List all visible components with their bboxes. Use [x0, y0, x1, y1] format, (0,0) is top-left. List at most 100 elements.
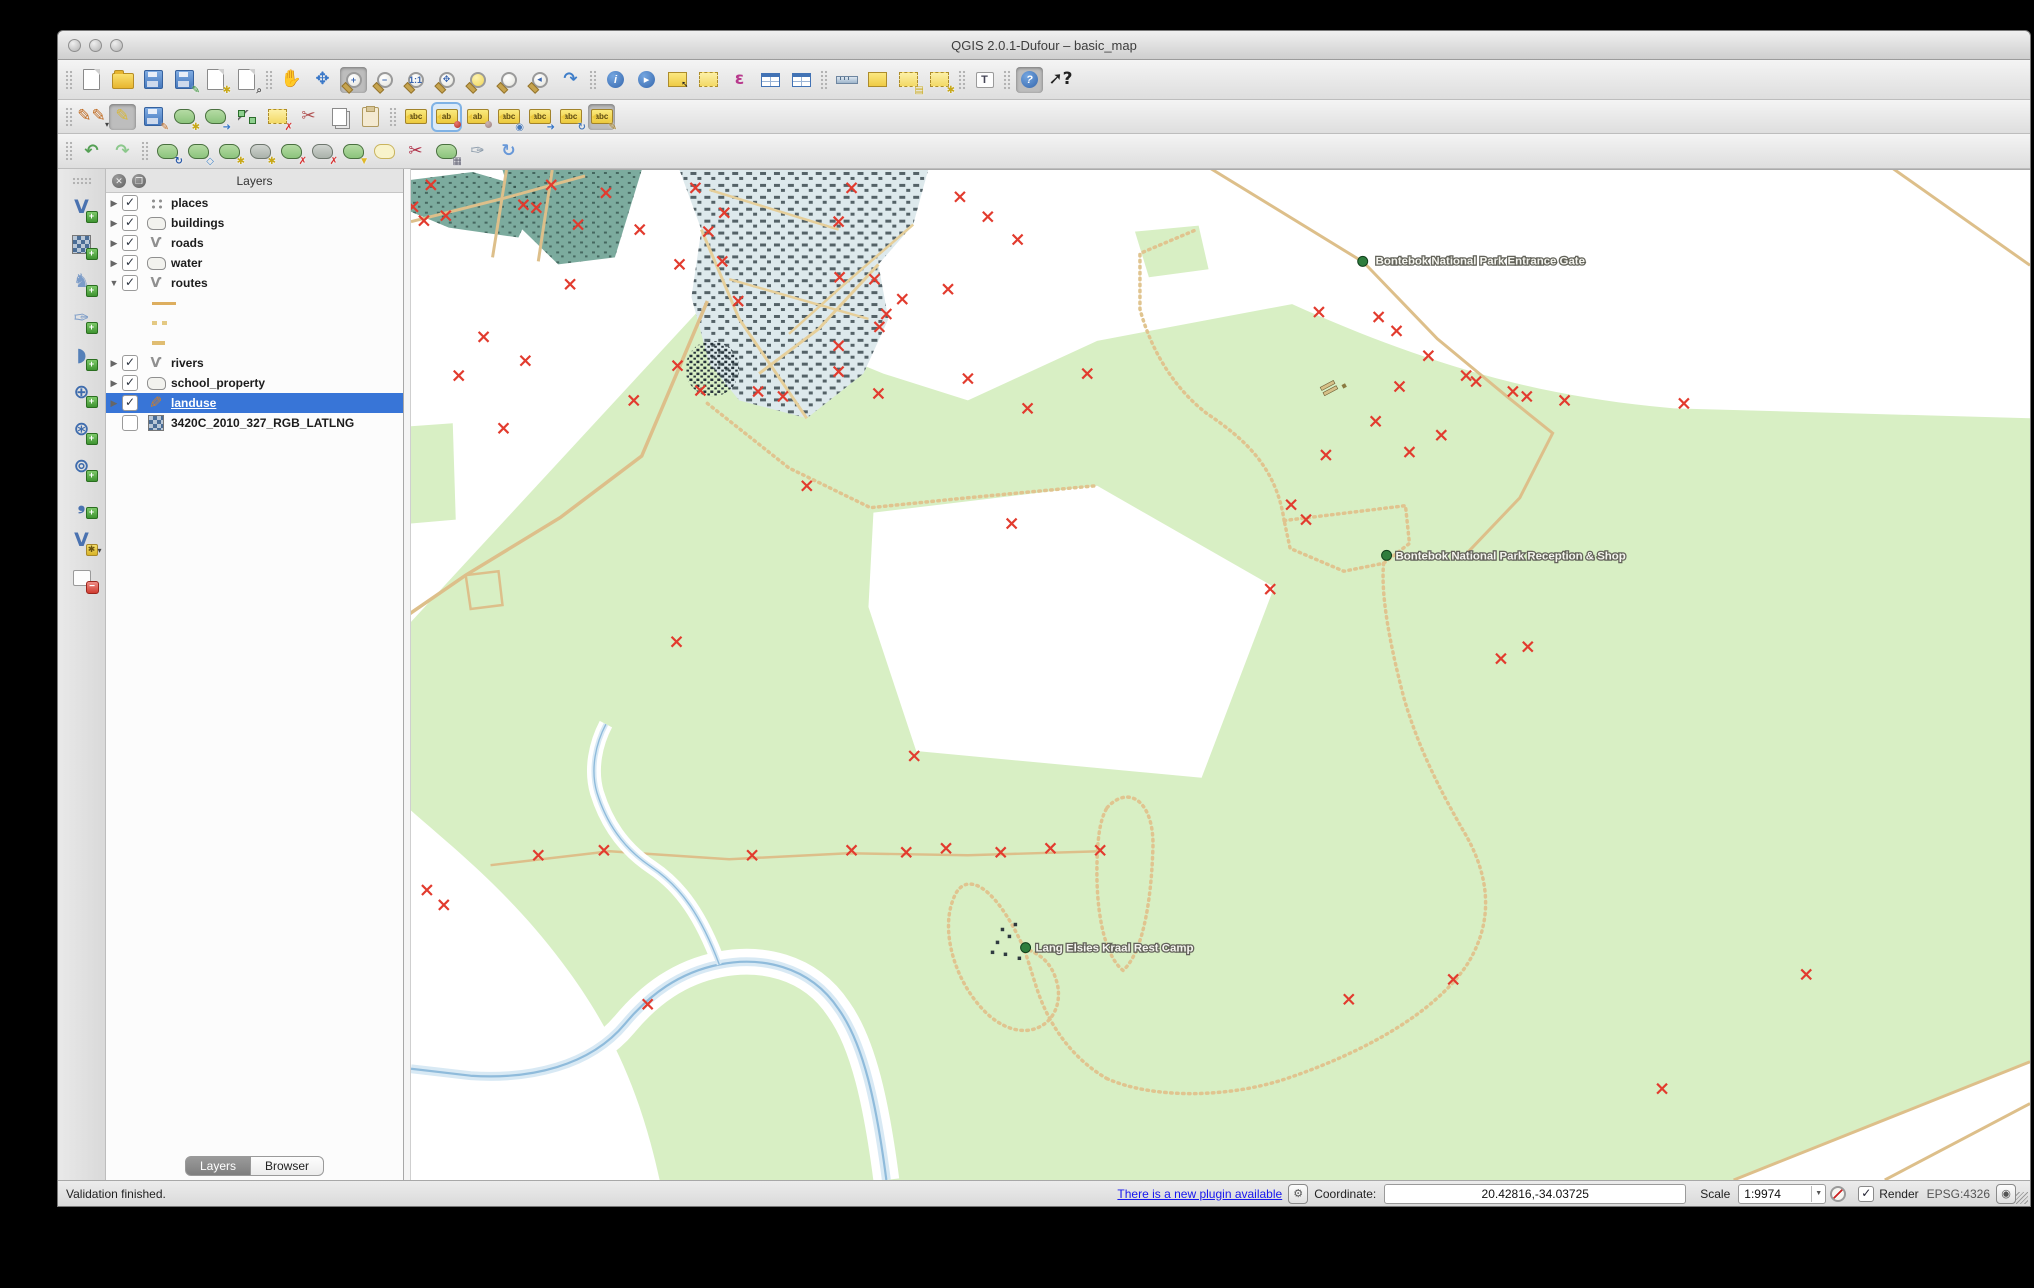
text-annotation-icon[interactable]: T [971, 67, 998, 93]
labeling-icon[interactable]: abc [402, 104, 429, 130]
cut-features-icon[interactable]: ✂ [295, 104, 322, 130]
plugin-available-link[interactable]: There is a new plugin available [1117, 1187, 1282, 1201]
field-calculator-icon[interactable] [788, 67, 815, 93]
expand-arrow[interactable]: ▶ [106, 218, 122, 229]
panel-tab-browser[interactable]: Browser [251, 1156, 324, 1176]
zoom-native-icon[interactable]: 1:1 [402, 67, 429, 93]
layer-visibility-checkbox[interactable]: ✓ [122, 375, 138, 391]
expand-arrow[interactable]: ▶ [106, 238, 122, 249]
layer-symbology-item[interactable] [106, 313, 403, 333]
coordinate-input[interactable]: 20.42816,-34.03725 [1384, 1184, 1686, 1204]
composer-manager-icon[interactable]: ⌕ [233, 67, 260, 93]
open-project-icon[interactable] [109, 67, 136, 93]
panel-tab-layers[interactable]: Layers [185, 1156, 251, 1176]
pan-to-selection-icon[interactable]: ✥ [309, 67, 336, 93]
reshape-features-icon[interactable] [371, 138, 398, 164]
layer-visibility-checkbox[interactable]: ✓ [122, 355, 138, 371]
delete-selected-icon[interactable]: ✗ [264, 104, 291, 130]
layer-item-roads[interactable]: ▶✓Ѵroads [106, 233, 403, 253]
add-delimited-text-layer-icon[interactable]: ❟+ [66, 488, 98, 519]
layer-item-places[interactable]: ▶✓places [106, 193, 403, 213]
layer-item-water[interactable]: ▶✓water [106, 253, 403, 273]
zoom-out-icon[interactable]: − [371, 67, 398, 93]
expand-arrow[interactable]: ▶ [106, 258, 122, 269]
undo-icon[interactable]: ↶ [78, 138, 105, 164]
zoom-window-button[interactable] [110, 39, 123, 52]
measure-icon[interactable] [833, 67, 860, 93]
new-shapefile-layer-icon[interactable]: V✱▾ [66, 525, 98, 556]
show-hide-labels-icon[interactable]: abc◉ [495, 104, 522, 130]
zoom-to-selection-icon[interactable] [464, 67, 491, 93]
paste-features-icon[interactable] [357, 104, 384, 130]
deselect-features-icon[interactable] [695, 67, 722, 93]
select-by-expression-icon[interactable]: ε [726, 67, 753, 93]
layer-item-3420c-2010-327-rgb-latlng[interactable]: 3420C_2010_327_RGB_LATLNG [106, 413, 403, 433]
save-edits-icon[interactable]: ✎ [140, 104, 167, 130]
rotate-feature-icon[interactable]: ↻ [154, 138, 181, 164]
pan-map-icon[interactable]: ✋ [278, 67, 305, 93]
whats-this-icon[interactable]: ➚? [1047, 67, 1074, 93]
expand-arrow[interactable]: ▼ [106, 278, 122, 288]
new-print-composer-icon[interactable]: ✱ [202, 67, 229, 93]
rotate-label-icon[interactable]: abc↻ [557, 104, 584, 130]
select-features-icon[interactable] [664, 67, 691, 93]
zoom-in-icon[interactable]: + [340, 67, 367, 93]
layer-item-landuse[interactable]: ▶✓✎landuse [106, 393, 403, 413]
expand-arrow[interactable]: ▶ [106, 198, 122, 209]
redo-icon[interactable]: ↷ [109, 138, 136, 164]
scale-caret-icon[interactable]: ▼ [1811, 1186, 1825, 1202]
add-wms-layer-icon[interactable]: ⊕+ [66, 377, 98, 408]
title-bar[interactable]: QGIS 2.0.1-Dufour – basic_map [58, 31, 2030, 60]
close-window-button[interactable] [68, 39, 81, 52]
delete-ring-icon[interactable]: ✗ [278, 138, 305, 164]
expand-arrow[interactable]: ▶ [106, 398, 122, 409]
layer-symbology-item[interactable] [106, 333, 403, 353]
remove-layer-icon[interactable]: − [66, 562, 98, 593]
current-edits-icon[interactable]: ✎✎▾ [78, 104, 105, 130]
toggle-editing-icon[interactable]: ✎ [109, 104, 136, 130]
add-part-icon[interactable]: ✱ [247, 138, 274, 164]
move-label-pin-icon[interactable]: ab [464, 104, 491, 130]
copy-features-icon[interactable] [326, 104, 353, 130]
layer-item-buildings[interactable]: ▶✓buildings [106, 213, 403, 233]
simplify-feature-icon[interactable]: ◇ [185, 138, 212, 164]
show-bookmarks-icon[interactable]: ▤ [895, 67, 922, 93]
layer-visibility-checkbox[interactable]: ✓ [122, 195, 138, 211]
save-project-icon[interactable] [140, 67, 167, 93]
layer-visibility-checkbox[interactable]: ✓ [122, 275, 138, 291]
add-mssql-layer-icon[interactable]: ◗+ [66, 340, 98, 371]
add-spatialite-layer-icon[interactable]: ✑+ [66, 303, 98, 334]
panel-splitter[interactable] [404, 169, 411, 1180]
add-raster-layer-icon[interactable]: + [66, 229, 98, 260]
add-feature-icon[interactable]: ✱ [171, 104, 198, 130]
run-feature-action-icon[interactable]: ▸ [633, 67, 660, 93]
merge-features-icon[interactable]: ▦ [433, 138, 460, 164]
zoom-last-icon[interactable]: ◂ [526, 67, 553, 93]
layer-visibility-checkbox[interactable]: ✓ [122, 235, 138, 251]
layer-symbology-item[interactable] [106, 293, 403, 313]
layer-item-school-property[interactable]: ▶✓school_property [106, 373, 403, 393]
resize-grip[interactable] [2016, 1192, 2028, 1204]
add-wfs-layer-icon[interactable]: ⊚+ [66, 451, 98, 482]
attribute-table-icon[interactable] [757, 67, 784, 93]
layer-visibility-checkbox[interactable] [122, 415, 138, 431]
node-tool-icon[interactable] [233, 104, 260, 130]
stop-render-icon[interactable] [1830, 1186, 1846, 1202]
split-features-icon[interactable]: ✂ [402, 138, 429, 164]
save-project-as-icon[interactable]: ✎ [171, 67, 198, 93]
crs-projector-icon[interactable]: ◉ [1996, 1184, 2016, 1204]
identify-features-icon[interactable]: i [602, 67, 629, 93]
layer-visibility-checkbox[interactable]: ✓ [122, 255, 138, 271]
expand-arrow[interactable]: ▶ [106, 378, 122, 389]
move-feature-icon[interactable]: ➜ [202, 104, 229, 130]
map-canvas[interactable]: Bontebok National Park Entrance GateBont… [411, 169, 2030, 1180]
delete-part-icon[interactable]: ✗ [309, 138, 336, 164]
new-bookmark-icon[interactable] [864, 67, 891, 93]
layer-item-routes[interactable]: ▼✓Ѵroutes [106, 273, 403, 293]
rotate-point-symbols-icon[interactable]: ↻ [495, 138, 522, 164]
expand-arrow[interactable]: ▶ [106, 358, 122, 369]
move-label-icon[interactable]: abc➜ [526, 104, 553, 130]
help-contents-icon[interactable]: ? [1016, 67, 1043, 93]
layer-item-rivers[interactable]: ▶✓Ѵrivers [106, 353, 403, 373]
scale-combo[interactable]: 1:9974 ▼ [1738, 1184, 1826, 1204]
